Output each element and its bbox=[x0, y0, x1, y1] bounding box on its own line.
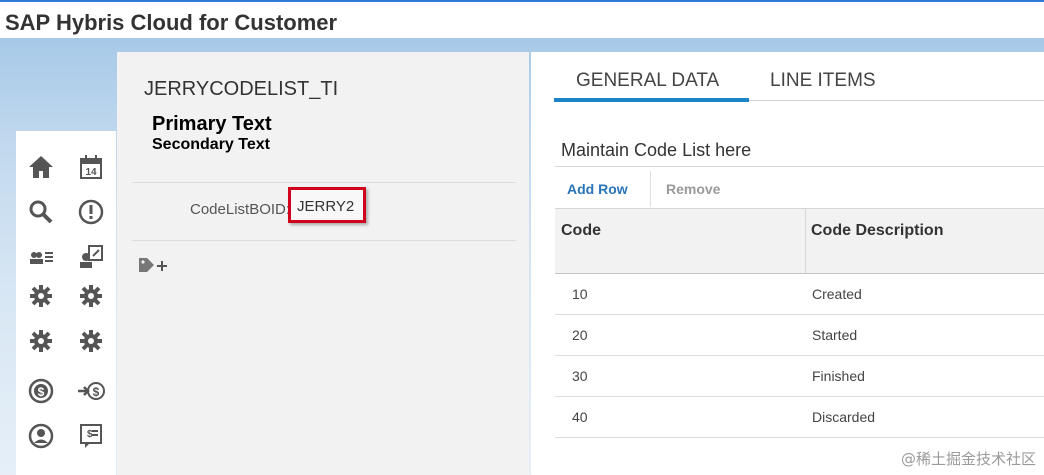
object-header-panel: JERRYCODELIST_TI Primary Text Secondary … bbox=[117, 52, 529, 475]
sidebar-icon-bar: 14 $ $ $ bbox=[16, 131, 116, 475]
column-separator bbox=[805, 209, 806, 273]
tab-line-items[interactable]: LINE ITEMS bbox=[770, 70, 876, 92]
codelist-boid-value: JERRY2 bbox=[297, 198, 355, 215]
home-icon[interactable] bbox=[26, 152, 56, 182]
primary-text: Primary Text bbox=[152, 113, 272, 135]
settings-icon[interactable] bbox=[26, 326, 56, 356]
active-tab-indicator bbox=[554, 98, 749, 102]
transfer-dollar-icon[interactable]: $ bbox=[76, 376, 106, 406]
table-toolbar: Add Row Remove bbox=[555, 167, 1044, 208]
svg-text:$: $ bbox=[93, 385, 100, 399]
content-panel: GENERAL DATA LINE ITEMS Maintain Code Li… bbox=[531, 52, 1044, 475]
tab-general-data[interactable]: GENERAL DATA bbox=[576, 70, 719, 92]
user-edit-icon[interactable] bbox=[76, 242, 106, 272]
cell-description[interactable]: Started bbox=[812, 327, 857, 343]
code-list-table: Code Code Description 10 Created 20 Star… bbox=[555, 208, 1044, 438]
cell-code[interactable]: 30 bbox=[572, 368, 588, 384]
dollar-icon[interactable]: $ bbox=[26, 376, 56, 406]
title-bar: SAP Hybris Cloud for Customer bbox=[0, 2, 1044, 38]
search-icon[interactable] bbox=[26, 197, 56, 227]
table-header: Code Code Description bbox=[555, 208, 1044, 274]
svg-text:$: $ bbox=[38, 385, 45, 399]
watermark: @稀土掘金技术社区 bbox=[900, 450, 1036, 468]
cell-code[interactable]: 20 bbox=[572, 327, 588, 343]
tag-add-button[interactable] bbox=[138, 256, 170, 274]
toolbar-separator bbox=[650, 171, 651, 207]
column-header-code-description[interactable]: Code Description bbox=[811, 222, 943, 240]
table-row[interactable]: 20 Started bbox=[555, 315, 1044, 356]
remove-button[interactable]: Remove bbox=[666, 181, 720, 197]
cell-code[interactable]: 40 bbox=[572, 409, 588, 425]
tag-add-icon bbox=[139, 258, 167, 272]
table-row[interactable]: 40 Discarded bbox=[555, 397, 1044, 438]
cell-code[interactable]: 10 bbox=[572, 286, 588, 302]
secondary-text: Secondary Text bbox=[152, 136, 270, 153]
codelist-boid-highlight: JERRY2 bbox=[288, 187, 366, 223]
user-circle-icon[interactable] bbox=[26, 421, 56, 451]
calendar-icon[interactable]: 14 bbox=[76, 152, 106, 182]
add-row-button[interactable]: Add Row bbox=[567, 181, 628, 197]
receipt-icon[interactable]: $ bbox=[76, 421, 106, 451]
divider bbox=[132, 182, 516, 183]
codelist-boid-label: CodeListBOID: bbox=[190, 201, 291, 218]
app-title: SAP Hybris Cloud for Customer bbox=[5, 10, 338, 35]
divider bbox=[132, 240, 516, 241]
settings-icon[interactable] bbox=[76, 326, 106, 356]
cell-description[interactable]: Created bbox=[812, 286, 862, 302]
people-list-icon[interactable] bbox=[26, 242, 56, 272]
section-title: Maintain Code List here bbox=[561, 140, 752, 160]
settings-icon[interactable] bbox=[76, 281, 106, 311]
column-header-code[interactable]: Code bbox=[561, 222, 601, 240]
object-title: JERRYCODELIST_TI bbox=[144, 78, 339, 100]
table-row[interactable]: 30 Finished bbox=[555, 356, 1044, 397]
table-row[interactable]: 10 Created bbox=[555, 274, 1044, 315]
cell-description[interactable]: Finished bbox=[812, 368, 865, 384]
cell-description[interactable]: Discarded bbox=[812, 409, 875, 425]
alert-icon[interactable] bbox=[76, 197, 106, 227]
settings-icon[interactable] bbox=[26, 281, 56, 311]
calendar-day-text: 14 bbox=[85, 167, 97, 178]
